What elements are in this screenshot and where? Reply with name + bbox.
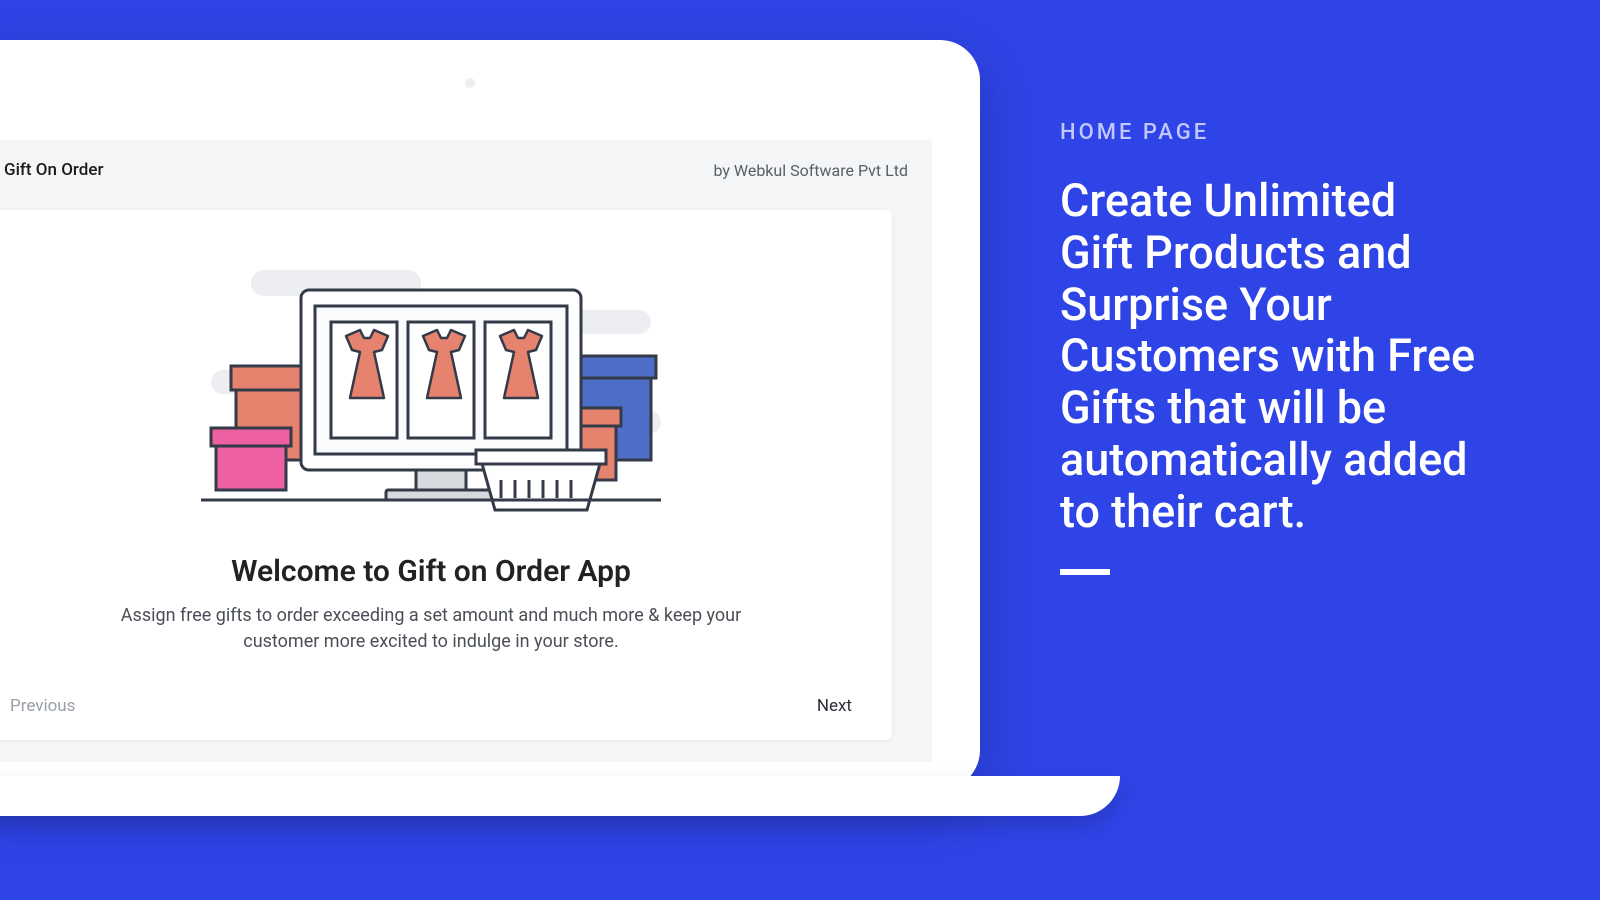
- device-base: [0, 776, 1120, 816]
- marketing-headline: Create Unlimited Gift Products and Surpr…: [1060, 175, 1480, 537]
- next-button[interactable]: Next: [817, 696, 852, 716]
- app-topbar: Gift On Order by Webkul Software Pvt Ltd: [0, 140, 932, 200]
- app-title: Gift On Order: [4, 160, 103, 180]
- onboarding-card: Welcome to Gift on Order App Assign free…: [0, 210, 892, 740]
- device-camera: [465, 78, 475, 88]
- previous-button: Previous: [10, 696, 75, 716]
- onboarding-heading: Welcome to Gift on Order App: [10, 554, 852, 589]
- marketing-eyebrow: HOME PAGE: [1060, 120, 1480, 145]
- device-frame: Gift On Order by Webkul Software Pvt Ltd: [0, 40, 980, 790]
- vendor-label: by Webkul Software Pvt Ltd: [713, 161, 908, 180]
- marketing-underline: [1060, 569, 1110, 575]
- marketing-panel: HOME PAGE Create Unlimited Gift Products…: [1060, 120, 1480, 575]
- app-screen: Gift On Order by Webkul Software Pvt Ltd: [0, 140, 932, 762]
- onboarding-subheading: Assign free gifts to order exceeding a s…: [101, 603, 761, 655]
- welcome-illustration: [191, 250, 671, 530]
